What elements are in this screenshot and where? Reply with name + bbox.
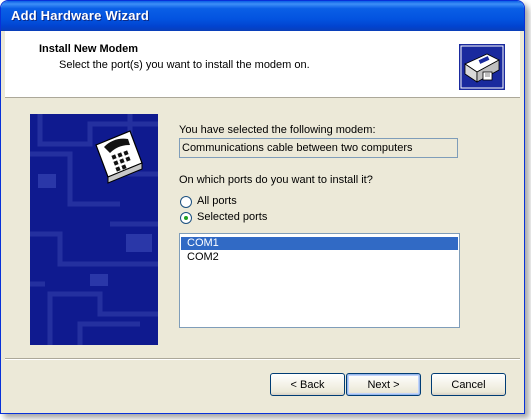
telephone-modem-icon bbox=[95, 130, 143, 184]
title-bar[interactable]: Add Hardware Wizard bbox=[1, 1, 524, 31]
hardware-wizard-icon bbox=[459, 44, 505, 90]
radio-selected-ports-label[interactable]: Selected ports bbox=[197, 211, 267, 223]
cancel-button[interactable]: Cancel bbox=[431, 373, 506, 396]
modem-label: You have selected the following modem: bbox=[179, 124, 376, 136]
side-graphic bbox=[30, 114, 158, 345]
header-title: Install New Modem bbox=[39, 43, 139, 55]
window-title: Add Hardware Wizard bbox=[11, 8, 150, 23]
list-item-com1[interactable]: COM1 bbox=[181, 237, 458, 250]
radio-all-ports[interactable] bbox=[180, 196, 192, 208]
header-subtitle: Select the port(s) you want to install t… bbox=[59, 59, 310, 71]
modem-name-field: Communications cable between two compute… bbox=[179, 138, 458, 158]
radio-selected-ports[interactable] bbox=[180, 212, 192, 224]
ports-question: On which ports do you want to install it… bbox=[179, 174, 373, 186]
list-item-com2[interactable]: COM2 bbox=[181, 251, 458, 264]
back-button[interactable]: < Back bbox=[270, 373, 345, 396]
wizard-window: Add Hardware Wizard Install New Modem Se… bbox=[0, 0, 525, 414]
ports-listbox[interactable]: COM1 COM2 bbox=[179, 233, 460, 328]
wizard-body: You have selected the following modem: C… bbox=[5, 98, 520, 358]
next-button[interactable]: Next > bbox=[346, 373, 421, 396]
radio-all-ports-label[interactable]: All ports bbox=[197, 195, 237, 207]
wizard-header: Install New Modem Select the port(s) you… bbox=[5, 31, 520, 98]
button-separator bbox=[5, 358, 520, 360]
